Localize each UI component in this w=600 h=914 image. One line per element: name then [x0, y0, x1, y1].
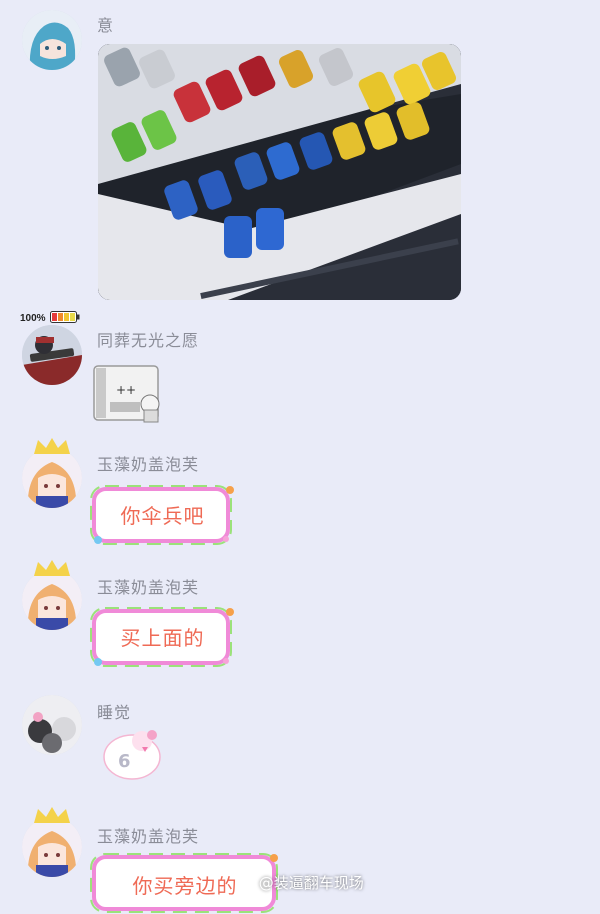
watermark: @装逼翻车现场 [236, 872, 364, 893]
avatar[interactable] [22, 817, 82, 877]
svg-text:++: ++ [116, 383, 136, 397]
nickname: 睡觉 [97, 703, 132, 722]
avatar-image [22, 695, 82, 755]
avatar[interactable] [22, 570, 82, 630]
crown-icon [34, 438, 70, 454]
avatar-image [22, 448, 82, 508]
avatar-image [22, 817, 82, 877]
battery-badge: 100% [20, 311, 80, 324]
nickname: 玉藻奶盖泡芙 [97, 578, 200, 597]
sticker-message[interactable]: 6 [92, 725, 172, 785]
weibo-icon [236, 877, 253, 890]
nickname: 同葬无光之愿 [97, 331, 200, 350]
sticker-image [103, 730, 161, 780]
sticker-text: 6 [118, 751, 131, 772]
avatar[interactable] [22, 695, 82, 755]
nickname: 玉藻奶盖泡芙 [97, 827, 200, 846]
nickname: 意 [97, 16, 115, 35]
sticker-image: ++ [93, 365, 160, 423]
message-text: 你伞兵吧 [120, 504, 205, 528]
avatar[interactable] [22, 10, 82, 70]
battery-badge-text: 100% [20, 313, 46, 324]
image-message[interactable] [98, 44, 461, 300]
nickname: 玉藻奶盖泡芙 [97, 455, 200, 474]
vending-machine-photo [98, 44, 461, 300]
message-text: 买上面的 [120, 626, 205, 650]
battery-icon [50, 311, 80, 323]
avatar[interactable] [22, 325, 82, 385]
crown-icon [34, 560, 70, 576]
avatar[interactable] [22, 448, 82, 508]
sticker-message[interactable]: ++ [92, 362, 168, 424]
crown-icon [34, 807, 70, 823]
avatar-image [22, 570, 82, 630]
text-bubble[interactable]: 买上面的 [90, 606, 235, 668]
avatar-image [22, 325, 82, 385]
text-bubble[interactable]: 你伞兵吧 [90, 484, 235, 546]
watermark-text: @装逼翻车现场 [258, 874, 364, 892]
avatar-image [22, 10, 82, 70]
